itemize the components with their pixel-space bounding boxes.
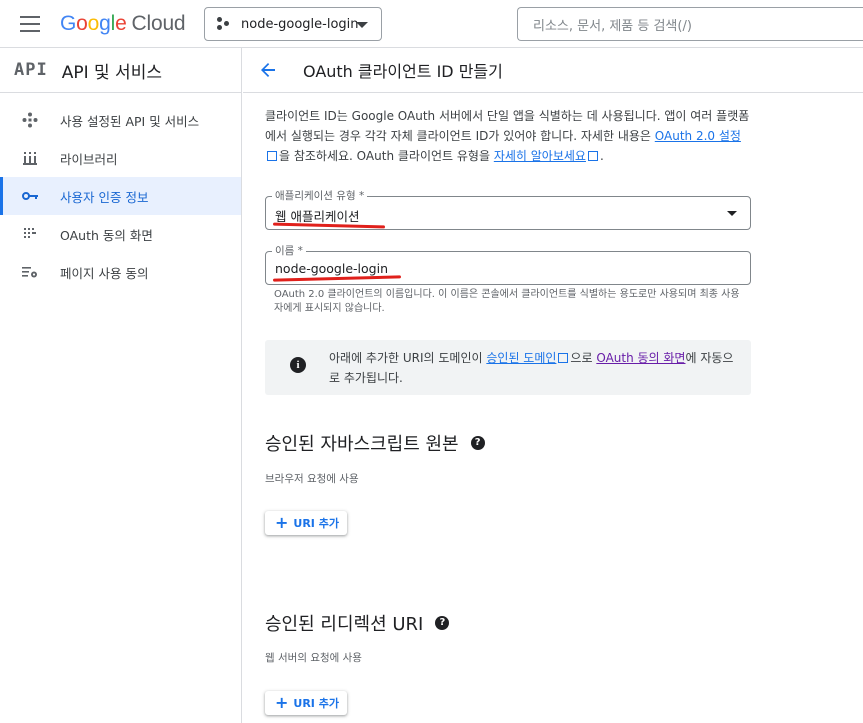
help-icon[interactable]: ?	[470, 436, 485, 450]
sidebar-item-label: 사용 설정된 API 및 서비스	[60, 113, 200, 129]
info-part: 으로	[570, 351, 597, 365]
plus-icon: +	[275, 513, 289, 532]
info-icon: i	[290, 357, 306, 373]
external-link-icon	[558, 353, 569, 363]
intro-section: 클라이언트 ID는 Google OAuth 서버에서 단일 앱을 식별하는 데…	[265, 106, 765, 166]
button-label: URI 추가	[293, 697, 339, 710]
sidebar-item-label: OAuth 동의 화면	[60, 227, 153, 243]
section-title-text: 승인된 자바스크립트 원본	[265, 434, 459, 455]
page-title: OAuth 클라이언트 ID 만들기	[303, 62, 503, 81]
sidebar-item-enabled-apis[interactable]: 사용 설정된 API 및 서비스	[0, 101, 241, 139]
sidebar-title: API 및 서비스	[61, 62, 162, 83]
sidebar-header: API API 및 서비스	[0, 48, 241, 93]
info-box: i 아래에 추가한 URI의 도메인이 승인된 도메인 으로 OAuth 동의 화…	[265, 340, 751, 395]
dropdown-arrow-icon	[727, 211, 737, 216]
plus-icon: +	[275, 693, 289, 712]
project-selector[interactable]: node-google-login	[204, 7, 382, 41]
redirect-uris-subtitle: 웹 서버의 요청에 사용	[265, 652, 362, 664]
sidebar-item-label: 사용자 인증 정보	[60, 189, 149, 205]
intro-part: 을 참조하세요. OAuth 클라이언트 유형을	[279, 149, 494, 163]
hamburger-menu-icon[interactable]	[20, 16, 40, 32]
field-label: 애플리케이션 유형 *	[272, 189, 368, 203]
sidebar-nav: 사용 설정된 API 및 서비스 라이브러리 사용자 인증 정보 OAuth 동…	[0, 93, 241, 291]
external-link-icon	[267, 151, 277, 161]
js-origins-subtitle: 브라우저 요청에 사용	[265, 473, 359, 485]
sidebar-item-credentials[interactable]: 사용자 인증 정보	[0, 177, 241, 215]
section-title-text: 승인된 리디렉션 URI	[265, 614, 424, 635]
caret-down-icon	[356, 22, 368, 28]
search-input[interactable]: 리소스, 문서, 제품 등 검색(/)	[517, 7, 863, 41]
project-name: node-google-login	[241, 16, 359, 32]
sidebar-item-label: 라이브러리	[60, 151, 118, 167]
api-logo: API	[14, 60, 48, 80]
sidebar-item-library[interactable]: 라이브러리	[0, 139, 241, 177]
library-icon	[22, 150, 38, 166]
redirect-uris-title: 승인된 리디렉션 URI ?	[265, 610, 450, 636]
back-arrow-icon[interactable]	[258, 60, 278, 80]
field-value: node-google-login	[275, 261, 388, 276]
sidebar-item-label: 페이지 사용 동의	[60, 265, 149, 281]
authorized-domains-link[interactable]: 승인된 도메인	[486, 351, 556, 365]
sidebar-item-page-usage[interactable]: 페이지 사용 동의	[0, 253, 241, 291]
info-text: 아래에 추가한 URI의 도메인이 승인된 도메인 으로 OAuth 동의 화면에…	[329, 348, 739, 388]
sidebar: API API 및 서비스 사용 설정된 API 및 서비스 라이브러리 사용자…	[0, 48, 242, 723]
oauth-consent-icon	[22, 226, 38, 242]
project-dots-icon	[217, 17, 231, 31]
api-diamond-icon	[22, 112, 38, 128]
main-header: OAuth 클라이언트 ID 만들기	[243, 48, 863, 93]
main-panel: OAuth 클라이언트 ID 만들기 클라이언트 ID는 Google OAut…	[243, 48, 863, 723]
add-js-origin-uri-button[interactable]: + URI 추가	[265, 511, 347, 535]
learn-more-link[interactable]: 자세히 알아보세요	[494, 149, 586, 163]
oauth-settings-link[interactable]: OAuth 2.0 설정	[655, 129, 741, 143]
google-cloud-logo[interactable]: Google Cloud	[60, 10, 186, 38]
intro-text: 클라이언트 ID는 Google OAuth 서버에서 단일 앱을 식별하는 데…	[265, 106, 750, 166]
oauth-consent-screen-link[interactable]: OAuth 동의 화면	[596, 351, 685, 365]
add-redirect-uri-button[interactable]: + URI 추가	[265, 691, 347, 715]
page-settings-icon	[22, 264, 38, 280]
name-helper-text: OAuth 2.0 클라이언트의 이름입니다. 이 이름은 콘솔에서 클라이언트…	[274, 289, 740, 314]
key-icon	[22, 188, 38, 204]
info-part: 아래에 추가한 URI의 도메인이	[329, 351, 487, 365]
search-placeholder: 리소스, 문서, 제품 등 검색(/)	[533, 18, 692, 34]
field-label: 이름 *	[272, 244, 306, 258]
intro-part: .	[599, 149, 604, 163]
top-bar: Google Cloud node-google-login 리소스, 문서, 제…	[0, 0, 863, 48]
js-origins-title: 승인된 자바스크립트 원본 ?	[265, 430, 485, 456]
sidebar-item-oauth-consent[interactable]: OAuth 동의 화면	[0, 215, 241, 253]
button-label: URI 추가	[293, 517, 339, 530]
help-icon[interactable]: ?	[435, 616, 450, 630]
external-link-icon	[587, 151, 598, 161]
